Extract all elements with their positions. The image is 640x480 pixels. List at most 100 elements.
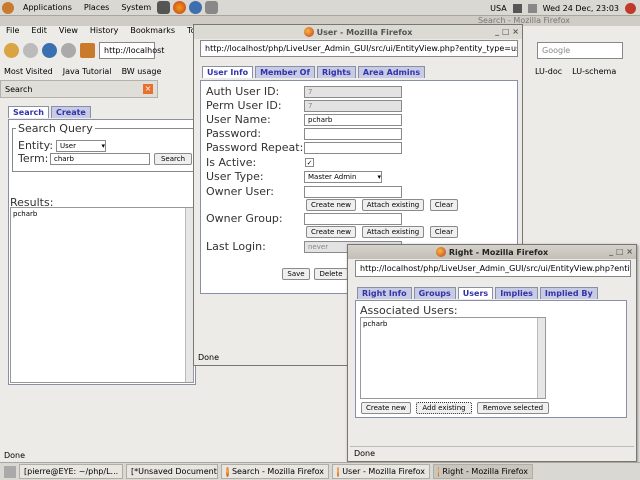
right-window-titlebar[interactable]: Right - Mozilla Firefox _ □ × <box>348 245 636 259</box>
tab-implies[interactable]: Implies <box>495 287 538 299</box>
password-repeat-field[interactable] <box>304 142 402 154</box>
right-tabs: Right Info Groups Users Implies Implied … <box>357 287 598 299</box>
applications-menu[interactable]: Applications <box>17 3 78 12</box>
menu-file[interactable]: File <box>0 26 25 38</box>
bookmark-lu-schema[interactable]: LU-schema <box>572 67 616 76</box>
bookmark-lu-doc[interactable]: LU-doc <box>535 67 562 76</box>
main-url-bar[interactable]: http://localhost <box>99 41 164 59</box>
taskbar-item-editor[interactable]: [*Unsaved Document... <box>126 464 218 479</box>
window-controls[interactable]: _ □ × <box>609 247 633 256</box>
right-url-bar[interactable]: http://localhost/php/LiveUser_Admin_GUI/… <box>355 260 631 277</box>
delete-button[interactable]: Delete <box>314 268 348 280</box>
results-list[interactable]: pcharb <box>10 207 194 383</box>
menu-view[interactable]: View <box>53 26 84 38</box>
tab-right-info[interactable]: Right Info <box>357 287 412 299</box>
search-tabs: Search Create <box>8 106 91 118</box>
tab-user-info[interactable]: User Info <box>202 66 254 78</box>
firefox-launcher-icon[interactable] <box>173 1 187 14</box>
list-item[interactable]: pcharb <box>363 320 543 328</box>
bookmark-bw-usage[interactable]: BW usage <box>122 67 162 76</box>
remove-selected-button[interactable]: Remove selected <box>477 402 549 414</box>
auth-user-id-label: Auth User ID: <box>206 85 280 98</box>
taskbar-item-terminal[interactable]: [pierre@EYE: ~/php/L... <box>19 464 123 479</box>
app-launcher-icon[interactable] <box>205 1 219 14</box>
sidebar-header: Search × <box>0 80 158 98</box>
firefox-icon <box>303 27 314 37</box>
tab-create[interactable]: Create <box>50 106 91 118</box>
taskbar-item-right[interactable]: Right - Mozilla Firefox <box>433 464 533 479</box>
owner-user-attach-button[interactable]: Attach existing <box>362 199 424 211</box>
add-existing-button[interactable]: Add existing <box>416 402 472 414</box>
shutdown-icon[interactable] <box>625 2 636 14</box>
taskbar-item-search[interactable]: Search - Mozilla Firefox <box>221 464 329 479</box>
users-create-button[interactable]: Create new <box>361 402 411 414</box>
taskbar-label: Search - Mozilla Firefox <box>231 467 324 476</box>
list-item[interactable]: pcharb <box>13 210 191 218</box>
owner-group-field[interactable] <box>304 213 402 225</box>
tab-search[interactable]: Search <box>8 106 49 118</box>
volume-icon[interactable] <box>527 3 537 13</box>
owner-group-clear-button[interactable]: Clear <box>430 226 458 238</box>
main-search-box[interactable]: Google <box>537 42 623 59</box>
tab-users[interactable]: Users <box>457 287 494 299</box>
sidebar-title: Search <box>5 84 33 94</box>
firefox-icon <box>337 466 340 477</box>
associated-users-list[interactable]: pcharb <box>360 317 546 399</box>
home-icon[interactable] <box>80 42 95 58</box>
owner-group-create-button[interactable]: Create new <box>306 226 356 238</box>
tab-groups[interactable]: Groups <box>413 287 456 299</box>
password-field[interactable] <box>304 128 402 140</box>
ubuntu-logo-icon <box>2 1 14 14</box>
keyboard-layout[interactable]: USA <box>490 4 507 13</box>
tab-rights[interactable]: Rights <box>316 66 356 78</box>
owner-group-label: Owner Group: <box>206 212 283 225</box>
user-status-bar: Done <box>198 352 220 362</box>
stop-icon[interactable] <box>61 42 76 58</box>
user-window-titlebar[interactable]: User - Mozilla Firefox _ □ × <box>194 25 522 39</box>
term-input[interactable]: charb <box>50 153 150 165</box>
results-scrollbar[interactable] <box>185 208 193 382</box>
thunderbird-launcher-icon[interactable] <box>189 1 203 14</box>
taskbar-item-user[interactable]: User - Mozilla Firefox <box>332 464 430 479</box>
taskbar-label: User - Mozilla Firefox <box>342 467 425 476</box>
system-tray: USA Wed 24 Dec, 23:03 <box>490 0 640 16</box>
bookmark-java-tutorial[interactable]: Java Tutorial <box>63 67 112 76</box>
tab-member-of[interactable]: Member Of <box>255 66 315 78</box>
taskbar-label: [pierre@EYE: ~/php/L... <box>24 467 119 476</box>
system-menu[interactable]: System <box>115 3 157 12</box>
places-menu[interactable]: Places <box>78 3 115 12</box>
users-scrollbar[interactable] <box>537 318 545 398</box>
reload-icon[interactable] <box>42 42 57 58</box>
window-controls[interactable]: _ □ × <box>495 27 519 36</box>
is-active-checkbox[interactable]: ✓ <box>305 158 314 167</box>
tab-area-admins[interactable]: Area Admins <box>357 66 426 78</box>
clock[interactable]: Wed 24 Dec, 23:03 <box>543 4 619 13</box>
menu-bookmarks[interactable]: Bookmarks <box>124 26 181 38</box>
password-repeat-label: Password Repeat: <box>206 141 304 154</box>
owner-user-create-button[interactable]: Create new <box>306 199 356 211</box>
menu-edit[interactable]: Edit <box>25 26 53 38</box>
owner-user-clear-button[interactable]: Clear <box>430 199 458 211</box>
owner-user-field[interactable] <box>304 186 402 198</box>
entity-select[interactable]: User ▾ <box>56 140 106 152</box>
owner-group-attach-button[interactable]: Attach existing <box>362 226 424 238</box>
bookmark-most-visited[interactable]: Most Visited <box>4 67 53 76</box>
user-name-field[interactable]: pcharb <box>304 114 402 126</box>
back-icon[interactable] <box>4 42 19 58</box>
entity-label: Entity: <box>18 139 54 152</box>
menu-history[interactable]: History <box>84 26 124 38</box>
terminal-launcher-icon[interactable] <box>157 1 171 14</box>
is-active-label: Is Active: <box>206 156 257 169</box>
search-button[interactable]: Search <box>154 153 192 165</box>
sidebar-close-icon[interactable]: × <box>143 84 153 94</box>
network-icon[interactable] <box>512 3 522 13</box>
forward-icon[interactable] <box>23 42 38 58</box>
query-legend: Search Query <box>16 122 95 135</box>
user-type-select[interactable]: Master Admin ▾ <box>304 171 382 183</box>
save-button[interactable]: Save <box>282 268 310 280</box>
tab-implied-by[interactable]: Implied By <box>539 287 598 299</box>
show-desktop-icon[interactable] <box>4 465 16 478</box>
user-url-bar[interactable]: http://localhost/php/LiveUser_Admin_GUI/… <box>200 40 518 57</box>
chevron-down-icon: ▾ <box>101 142 105 150</box>
perm-user-id-label: Perm User ID: <box>206 99 282 112</box>
